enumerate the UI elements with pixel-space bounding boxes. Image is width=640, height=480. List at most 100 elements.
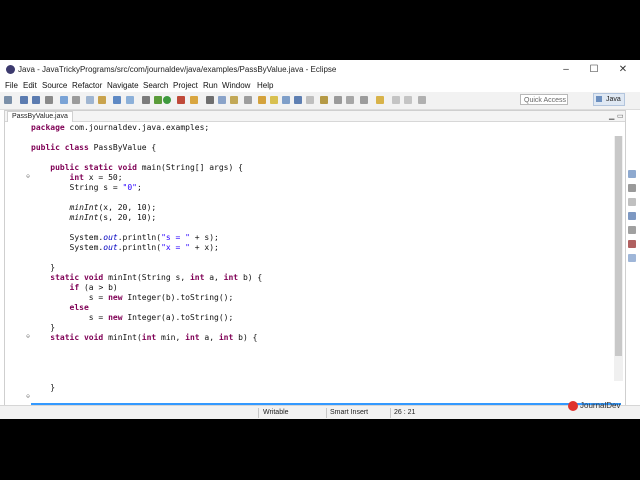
nav-back-icon[interactable] (392, 96, 400, 104)
editor-tab-bar: PassByValue.java ▁ ▭ (5, 111, 625, 122)
code-line: else (69, 303, 89, 312)
code-line: } (31, 383, 56, 392)
open-type-icon[interactable] (60, 96, 68, 104)
menu-refactor[interactable]: Refactor (72, 81, 102, 90)
pin-icon[interactable] (294, 96, 302, 104)
open-perspective-icon[interactable] (244, 96, 252, 104)
menu-search[interactable]: Search (143, 81, 168, 90)
debug-icon[interactable] (154, 96, 162, 104)
eclipse-window: Java - JavaTrickyPrograms/src/com/journa… (0, 60, 640, 419)
prev-annotation-icon[interactable] (334, 96, 342, 104)
show-whitespace-icon[interactable] (282, 96, 290, 104)
maximize-editor-icon[interactable]: ▭ (617, 112, 624, 120)
chevron-down-icon[interactable] (418, 96, 426, 104)
hierarchy-icon[interactable] (113, 96, 121, 104)
code-line: s = new Integer(b).toString(); (31, 293, 234, 302)
java-editor: PassByValue.java ▁ ▭ ⊖ ⊖ ⊖ package com.j… (4, 110, 626, 419)
menu-source[interactable]: Source (42, 81, 67, 90)
new-icon[interactable] (4, 96, 12, 104)
code-line: String s = "0"; (31, 183, 142, 192)
tab-label: PassByValue.java (12, 113, 68, 120)
console-side-icon[interactable] (628, 240, 636, 248)
save-all-icon[interactable] (32, 96, 40, 104)
new-java-project-icon[interactable] (206, 96, 214, 104)
status-insert-mode[interactable]: Smart Insert (330, 409, 368, 416)
javadoc-icon[interactable] (628, 212, 636, 220)
menu-navigate[interactable]: Navigate (107, 81, 139, 90)
last-edit-icon[interactable] (346, 96, 354, 104)
minimize-editor-icon[interactable]: ▁ (609, 112, 614, 120)
maximize-button[interactable]: ☐ (585, 63, 603, 76)
new-package-icon[interactable] (218, 96, 226, 104)
search-icon[interactable] (86, 96, 94, 104)
code-line: package com.journaldev.java.examples; (31, 123, 210, 132)
open-task-icon[interactable] (72, 96, 80, 104)
console-icon[interactable] (126, 96, 134, 104)
status-cursor-position: 26 : 21 (394, 409, 416, 416)
code-line: public class PassByValue { (31, 143, 157, 152)
vertical-scrollbar[interactable] (614, 136, 623, 381)
java-perspective-button[interactable]: Java (593, 93, 625, 106)
code-line: else (69, 363, 89, 372)
menu-edit[interactable]: Edit (23, 81, 37, 90)
print-icon[interactable] (45, 96, 53, 104)
code-line: System.out.println("x = " + x); (31, 243, 219, 252)
minimize-button[interactable]: – (557, 63, 575, 76)
outline-icon[interactable] (628, 170, 636, 178)
nav-forward-icon[interactable] (404, 96, 412, 104)
title-bar: Java - JavaTrickyPrograms/src/com/journa… (0, 60, 640, 79)
quick-access-input[interactable]: Quick Access (520, 94, 568, 105)
declaration-icon[interactable] (628, 226, 636, 234)
menu-help[interactable]: Help (257, 81, 273, 90)
debug-settings-icon[interactable] (142, 96, 150, 104)
coverage-icon[interactable] (177, 96, 185, 104)
toggle-mark-icon[interactable] (258, 96, 266, 104)
run-icon[interactable] (163, 96, 171, 104)
code-line: minInt(s, 20, 10); (69, 213, 157, 222)
code-line: } (31, 263, 56, 272)
back-icon[interactable] (360, 96, 368, 104)
menu-project[interactable]: Project (173, 81, 198, 90)
watermark-text: JournalDev (580, 401, 621, 410)
code-line: if (a > b) (69, 343, 118, 352)
menu-window[interactable]: Window (222, 81, 250, 90)
menu-run[interactable]: Run (203, 81, 218, 90)
package-explorer-icon[interactable] (98, 96, 106, 104)
forward-icon[interactable] (376, 96, 384, 104)
edit-icon[interactable] (270, 96, 278, 104)
external-tools-icon[interactable] (190, 96, 198, 104)
menu-file[interactable]: File (5, 81, 18, 90)
right-side-toolbar (626, 170, 638, 410)
scrollbar-thumb[interactable] (615, 136, 622, 356)
menu-bar: File Edit Source Refactor Navigate Searc… (0, 79, 640, 92)
save-icon[interactable] (20, 96, 28, 104)
fold-icon[interactable]: ⊖ (25, 393, 31, 400)
code-line: int x = 50; (69, 173, 123, 182)
java-perspective-icon (596, 96, 602, 102)
code-line: static void minInt(int min, int a, int b… (50, 333, 258, 342)
code-line: if (a > b) (69, 283, 118, 292)
annotation-icon[interactable] (306, 96, 314, 104)
code-line: min = b; (31, 353, 128, 362)
task-list-icon[interactable] (628, 184, 636, 192)
progress-icon[interactable] (628, 254, 636, 262)
close-button[interactable]: ✕ (614, 63, 632, 76)
problems-icon[interactable] (628, 198, 636, 206)
status-bar: Writable Smart Insert 26 : 21 (0, 405, 640, 419)
status-separator (258, 408, 259, 418)
new-class-icon[interactable] (230, 96, 238, 104)
code-area[interactable]: ⊖ ⊖ ⊖ package com.journaldev.java.exampl… (13, 123, 621, 419)
code-line: System.out.println("s = " + s); (31, 233, 219, 242)
eclipse-logo-icon (6, 65, 15, 74)
journaldev-logo-icon (568, 401, 578, 411)
code-line: } (31, 323, 56, 332)
code-line: static void minInt(String s, int a, int … (50, 273, 263, 282)
code-line: min = a; (31, 373, 128, 382)
code-line: minInt(x, 20, 10); (69, 203, 157, 212)
next-annotation-icon[interactable] (320, 96, 328, 104)
window-title: Java - JavaTrickyPrograms/src/com/journa… (18, 65, 337, 74)
code-line: public static void main(String[] args) { (50, 163, 243, 172)
status-separator (390, 408, 391, 418)
status-writable: Writable (263, 409, 289, 416)
tab-passbyvalue[interactable]: PassByValue.java (7, 111, 73, 122)
